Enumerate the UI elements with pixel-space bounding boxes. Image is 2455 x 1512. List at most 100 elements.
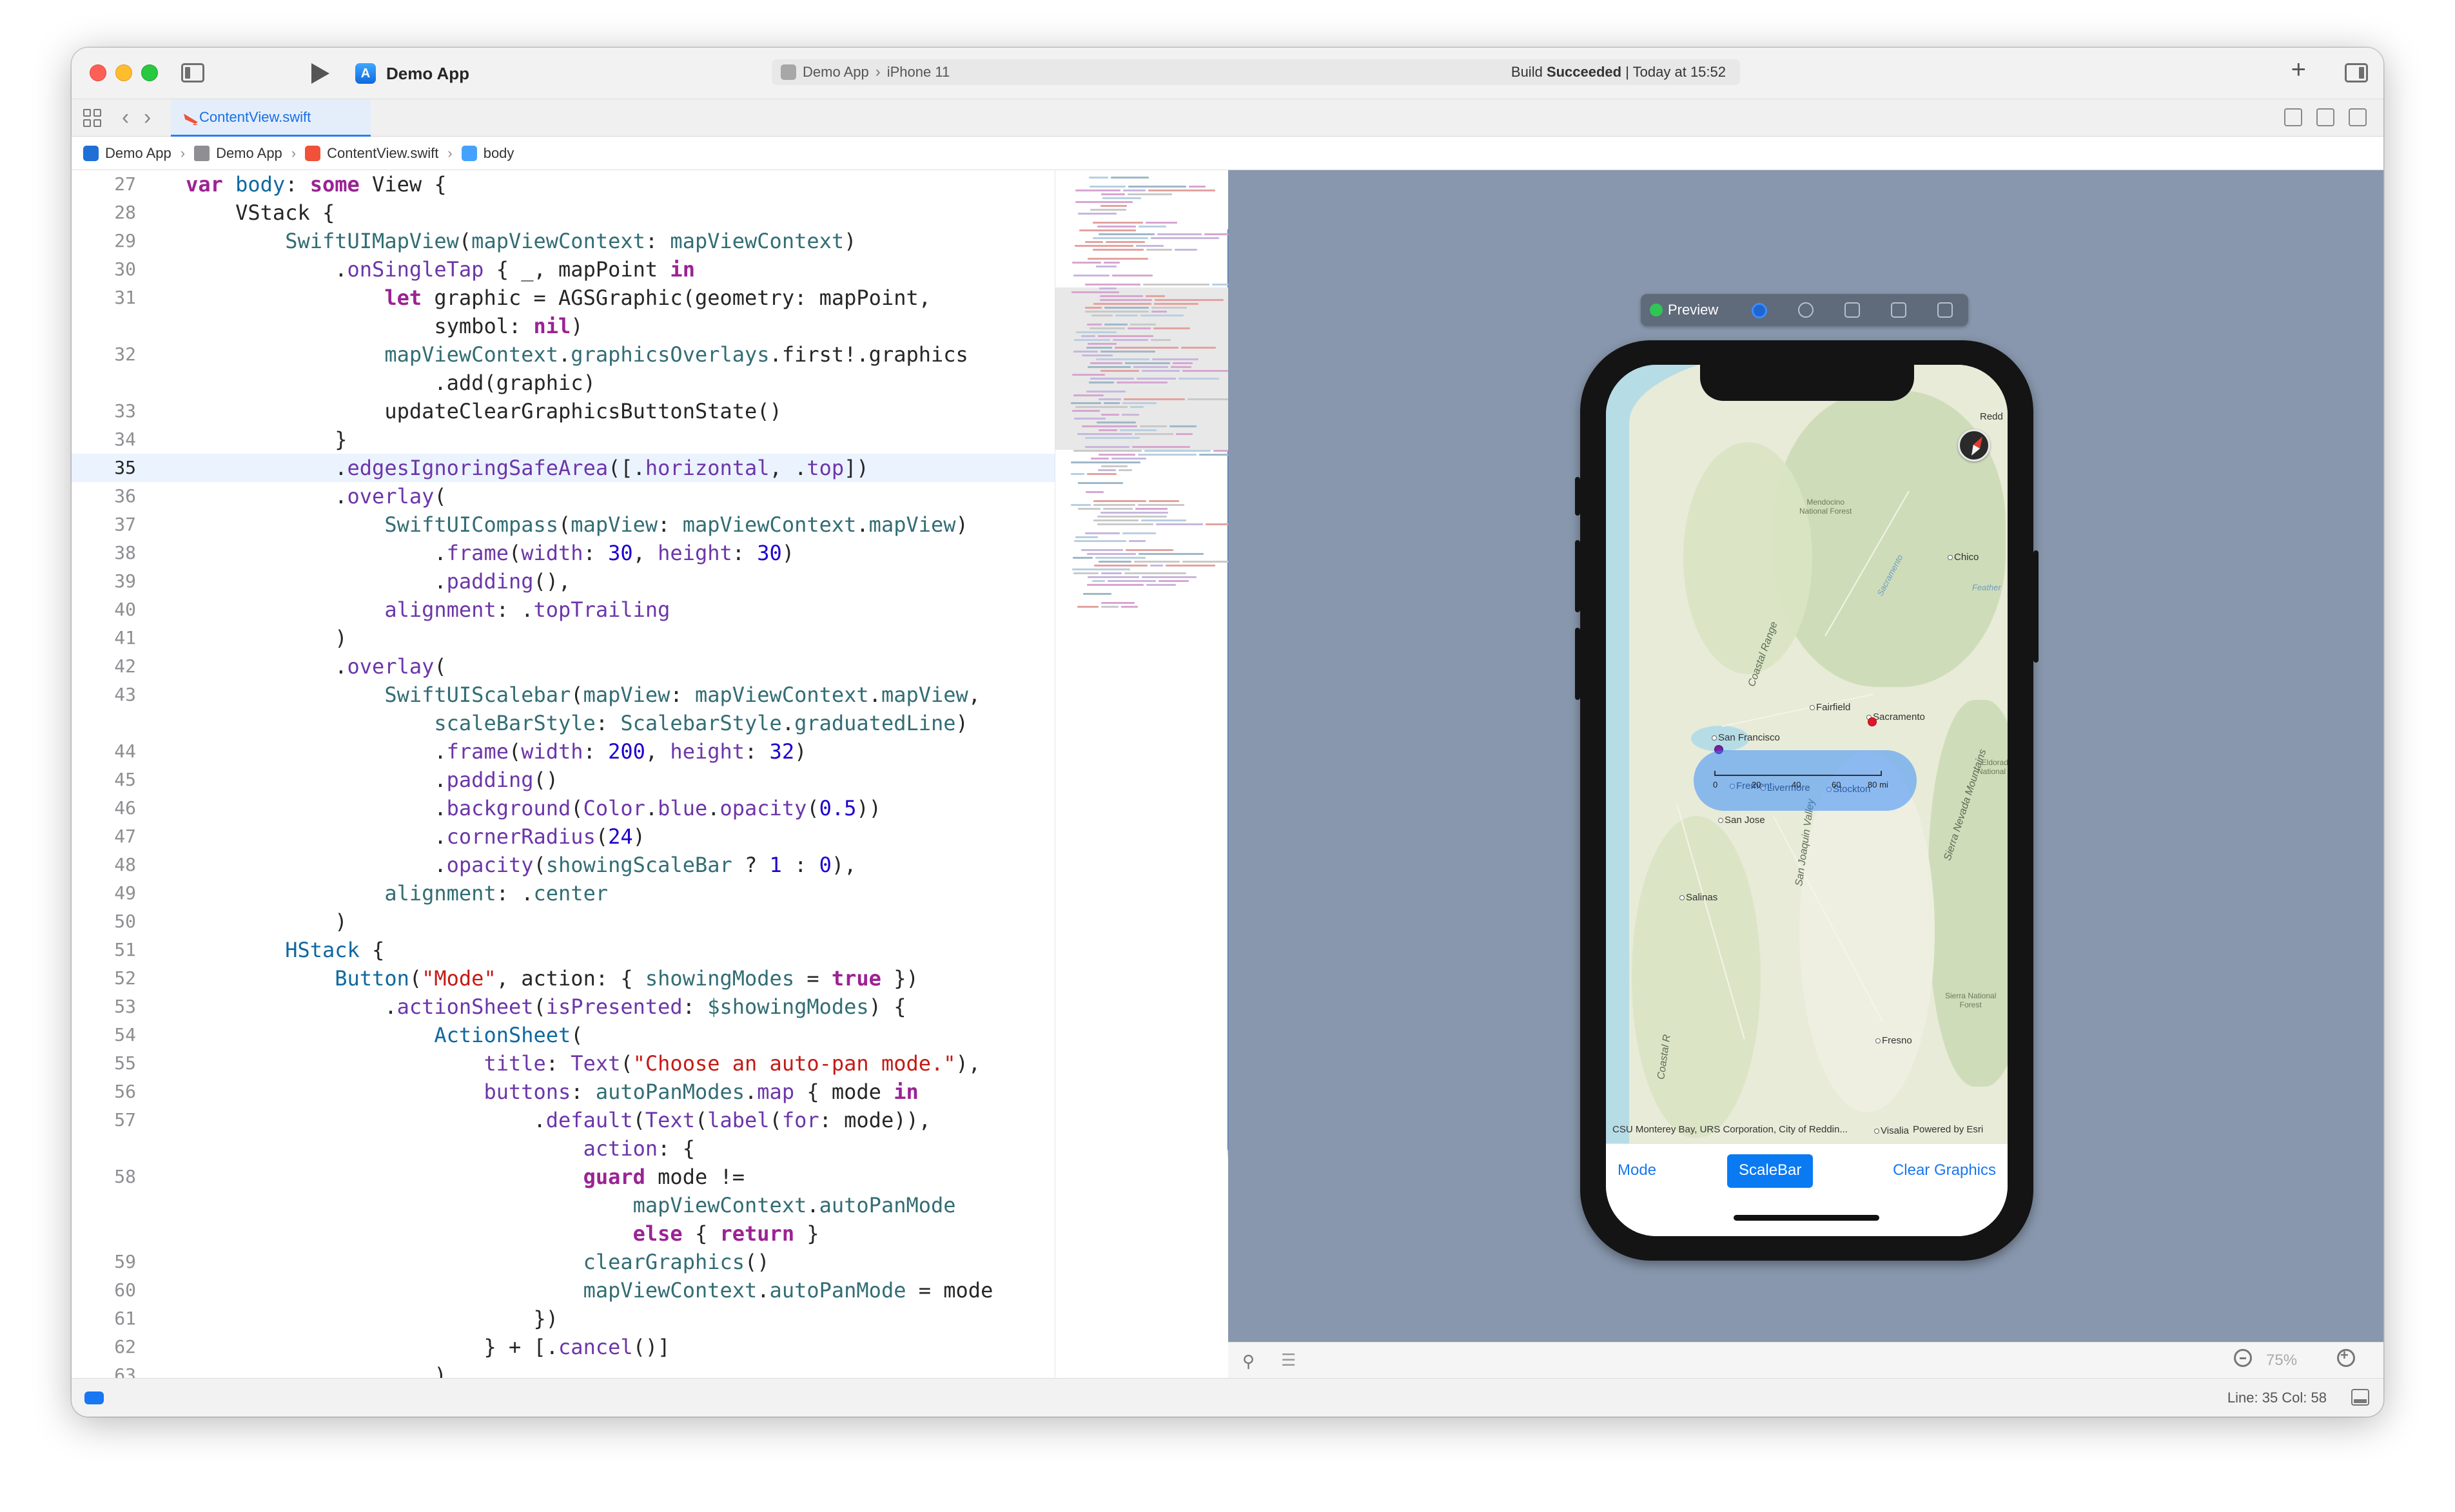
city-label: San Francisco [1712, 732, 1780, 743]
inspect-preview-icon[interactable] [1798, 302, 1814, 318]
scalebar-button[interactable]: ScaleBar [1727, 1154, 1814, 1188]
code-line[interactable]: 29 SwiftUIMapView(mapViewContext: mapVie… [72, 227, 1055, 255]
code-line[interactable]: 33 updateClearGraphicsButtonState() [72, 397, 1055, 425]
code-line[interactable]: 51 HStack { [72, 936, 1055, 964]
code-line[interactable]: action: { [72, 1134, 1055, 1163]
code-line[interactable]: 47 .cornerRadius(24) [72, 822, 1055, 851]
code-line[interactable]: 55 title: Text("Choose an auto-pan mode.… [72, 1049, 1055, 1078]
compass-icon[interactable] [1958, 429, 1990, 461]
code-line[interactable]: 34 } [72, 425, 1055, 454]
code-text: else { return } [632, 1221, 819, 1246]
code-line[interactable]: mapViewContext.autoPanMode [72, 1191, 1055, 1219]
code-line[interactable]: 46 .background(Color.blue.opacity(0.5)) [72, 794, 1055, 822]
code-line[interactable]: 59 clearGraphics() [72, 1248, 1055, 1276]
run-icon[interactable] [311, 63, 329, 84]
code-line[interactable]: 39 .padding(), [72, 567, 1055, 596]
zoom-level[interactable]: 75% [2266, 1342, 2297, 1379]
live-preview-icon[interactable] [1752, 303, 1767, 318]
inspector-toggle-icon[interactable] [2345, 63, 2368, 82]
code-line[interactable]: 60 mapViewContext.autoPanMode = mode [72, 1276, 1055, 1304]
code-line[interactable]: 40 alignment: .topTrailing [72, 596, 1055, 624]
code-line[interactable]: 28 VStack { [72, 199, 1055, 227]
scheme-app-label[interactable]: Demo App [803, 64, 869, 81]
code-line[interactable]: symbol: nil) [72, 312, 1055, 340]
map-view[interactable]: Redd Chico Fairfield Sacramento San Francisc… [1606, 365, 2008, 1143]
code-line[interactable]: 45 .padding() [72, 766, 1055, 794]
code-line[interactable]: 50 ) [72, 907, 1055, 936]
related-items-icon[interactable] [83, 109, 101, 127]
code-line[interactable]: 48 .opacity(showingScaleBar ? 1 : 0), [72, 851, 1055, 879]
minimap-line [1122, 532, 1156, 534]
code-line[interactable]: 31 let graphic = AGSGraphic(geometry: ma… [72, 284, 1055, 312]
code-line[interactable]: 57 .default(Text(label(for: mode)), [72, 1106, 1055, 1134]
code-line[interactable]: 30 .onSingleTap { _, mapPoint in [72, 255, 1055, 284]
minimize-window-button[interactable] [115, 64, 132, 81]
clear-graphics-button[interactable]: Clear Graphics [1881, 1154, 2008, 1188]
code-line[interactable]: 42 .overlay( [72, 652, 1055, 681]
zoom-window-button[interactable] [141, 64, 158, 81]
close-window-button[interactable] [90, 64, 106, 81]
code-line[interactable]: else { return } [72, 1219, 1055, 1248]
code-line[interactable]: 36 .overlay( [72, 482, 1055, 510]
code-line[interactable]: 52 Button("Mode", action: { showingModes… [72, 964, 1055, 993]
pin-icon[interactable]: ⚲ [1242, 1352, 1255, 1371]
code-line[interactable]: scaleBarStyle: ScalebarStyle.graduatedLi… [72, 709, 1055, 737]
code-text: clearGraphics() [583, 1250, 770, 1274]
code-line[interactable]: .add(graphic) [72, 369, 1055, 397]
back-arrow-icon[interactable]: ‹ [122, 104, 129, 130]
add-library-icon[interactable]: + [2291, 57, 2306, 82]
split-editor-icon[interactable] [2349, 108, 2367, 126]
editor-options-icon[interactable] [2316, 108, 2334, 126]
line-number: 44 [114, 741, 136, 762]
code-line[interactable]: 35 .edgesIgnoringSafeArea([.horizontal, … [72, 454, 1055, 482]
code-line[interactable]: 37 SwiftUICompass(mapView: mapViewContex… [72, 510, 1055, 539]
rotate-device-icon[interactable] [1844, 302, 1860, 318]
code-line[interactable]: 32 mapViewContext.graphicsOverlays.first… [72, 340, 1055, 369]
breadcrumb-file[interactable]: ContentView.swift [327, 145, 438, 162]
code-line[interactable]: 44 .frame(width: 200, height: 32) [72, 737, 1055, 766]
duplicate-preview-icon[interactable] [1937, 302, 1953, 318]
graphic-pin-red[interactable] [1868, 717, 1877, 726]
code-text: .cornerRadius(24) [136, 824, 645, 849]
navigator-toggle-icon[interactable] [181, 63, 204, 82]
minimap-line [1113, 339, 1148, 341]
code-line[interactable]: 58 guard mode != [72, 1163, 1055, 1191]
debug-area-toggle-icon[interactable] [2351, 1389, 2369, 1406]
breadcrumb-project[interactable]: Demo App [105, 145, 171, 162]
code-line[interactable]: 49 alignment: .center [72, 879, 1055, 907]
minimap[interactable] [1055, 170, 1264, 1378]
code-line[interactable]: 27 var body: some View { [72, 170, 1055, 199]
code-line[interactable]: 53 .actionSheet(isPresented: $showingMod… [72, 993, 1055, 1021]
scheme-device-label[interactable]: iPhone 11 [887, 64, 950, 81]
minimap-line [1108, 580, 1156, 582]
code-line[interactable]: 61 }) [72, 1304, 1055, 1333]
source-editor[interactable]: 27 var body: some View {28 VStack {29 Sw… [72, 170, 1055, 1378]
scalebar-tick-label: 0 [1713, 780, 1718, 790]
zoom-out-icon[interactable] [2234, 1349, 2252, 1367]
previews-list-icon[interactable]: ☰ [1281, 1350, 1296, 1370]
code-line[interactable]: 63 ) [72, 1361, 1055, 1378]
code-line[interactable]: 38 .frame(width: 30, height: 30) [72, 539, 1055, 567]
mode-button[interactable]: Mode [1606, 1154, 1668, 1188]
code-line[interactable]: 41 ) [72, 624, 1055, 652]
minimap-line [1097, 226, 1136, 228]
powered-by-esri[interactable]: Powered by Esri [1913, 1124, 1983, 1135]
minimap-line [1071, 402, 1101, 404]
code-line[interactable]: 54 ActionSheet( [72, 1021, 1055, 1049]
scheme-selector[interactable]: Demo App › iPhone 11 Build Succeeded | T… [772, 59, 1740, 1150]
minimap-line [1076, 331, 1117, 333]
map-attribution[interactable]: CSU Monterey Bay, URS Corporation, City … [1612, 1124, 1848, 1135]
debug-area-indicator[interactable] [84, 1391, 104, 1404]
tab-contentview-swift[interactable]: ContentView.swift [171, 99, 371, 137]
zoom-in-icon[interactable] [2337, 1347, 2355, 1367]
code-line[interactable]: 43 SwiftUIScalebar(mapView: mapViewConte… [72, 681, 1055, 709]
run-on-device-icon[interactable] [1891, 302, 1906, 318]
breadcrumb-symbol[interactable]: body [484, 145, 514, 162]
code-line[interactable]: 62 } + [.cancel()] [72, 1333, 1055, 1361]
code-line[interactable]: 56 buttons: autoPanModes.map { mode in [72, 1078, 1055, 1106]
minimap-line [1075, 201, 1133, 203]
breadcrumb-group[interactable]: Demo App [216, 145, 282, 162]
line-number: 41 [114, 627, 136, 648]
refresh-icon[interactable] [2284, 108, 2302, 126]
forward-arrow-icon[interactable]: › [144, 104, 151, 130]
